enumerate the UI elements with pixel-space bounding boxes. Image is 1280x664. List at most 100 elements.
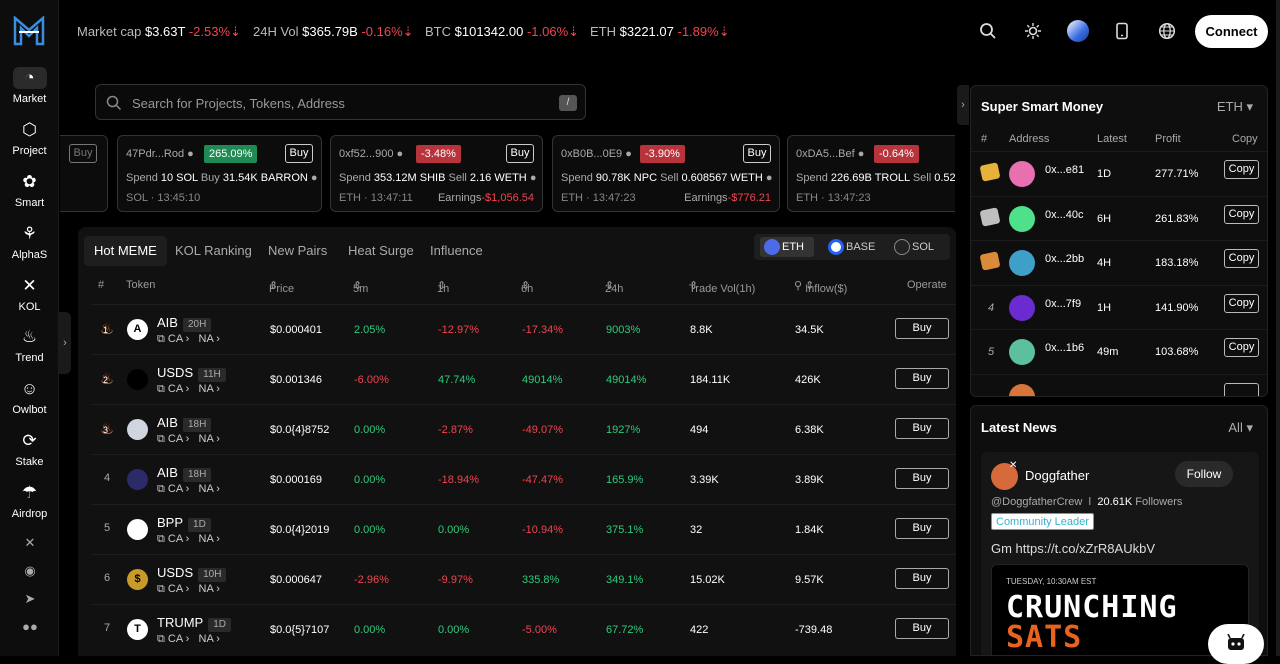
col-price[interactable]: Price ⇕ — [269, 279, 294, 295]
token-name-line[interactable]: AIB 18H — [157, 465, 212, 482]
copy-icon[interactable]: ⧉ — [157, 533, 165, 545]
discord-icon[interactable]: ◉ — [20, 563, 40, 579]
copy-icon[interactable]: ⧉ — [157, 583, 165, 595]
token-links[interactable]: ⧉ CA › NA › — [157, 483, 220, 496]
trade-card[interactable]: 0xDA5...Bef ● -0.64% Spend 226.69B TROLL S… — [787, 135, 955, 212]
chain-sol[interactable]: SOL — [890, 237, 940, 257]
token-name-line[interactable]: USDS 10H — [157, 565, 227, 582]
wallet-address[interactable]: 0x...7f9 — [1045, 298, 1081, 310]
token-links[interactable]: ⧉ CA › NA › — [157, 433, 220, 446]
smart-money-chain-select[interactable]: ETH ▾ — [1217, 99, 1253, 115]
copy-button-partial[interactable] — [1224, 382, 1259, 396]
search-input[interactable]: Search for Projects, Tokens, Address / — [95, 84, 586, 120]
col-1h[interactable]: 1h ⇕ — [437, 279, 449, 295]
trade-card-partial[interactable]: Buy — [60, 135, 108, 212]
follow-button[interactable]: Follow — [1175, 461, 1233, 487]
token-links[interactable]: ⧉ CA › NA › — [157, 383, 220, 396]
page-scrollbar[interactable] — [1276, 0, 1280, 656]
sidebar-item-owlbot[interactable]: ☺ Owlbot — [0, 378, 59, 424]
sidebar-item-stake[interactable]: ⟳ Stake — [0, 430, 59, 476]
connect-button[interactable]: Connect — [1195, 15, 1268, 48]
logo-icon[interactable] — [13, 16, 45, 46]
collapse-right-button[interactable]: › — [957, 85, 969, 125]
copy-button[interactable]: Copy — [1224, 293, 1259, 313]
post-text[interactable]: Gm https://t.co/xZrR8AUkbV — [991, 541, 1155, 556]
news-post[interactable]: ✕ Doggfather Follow @DoggfatherCrew ǀ 20… — [981, 452, 1259, 655]
col-6h[interactable]: 6h ⇕ — [521, 279, 533, 295]
copy-icon[interactable]: ⧉ — [157, 633, 165, 645]
buy-button[interactable]: Buy — [895, 368, 949, 389]
token-name-line[interactable]: AIB 18H — [157, 415, 212, 432]
chatbot-button[interactable] — [1208, 624, 1264, 664]
buy-button[interactable]: Buy — [895, 418, 949, 439]
table-row[interactable]: ♨ 1 A AIB 20H ⧉ CA › NA › $0.000401 2.05% -12.97… — [91, 304, 956, 354]
telegram-icon[interactable]: ➤ — [20, 591, 40, 607]
wallet-address[interactable]: 0x...2bb — [1045, 253, 1084, 265]
token-name-line[interactable]: AIB 20H — [157, 315, 212, 332]
copy-button[interactable]: Copy — [1224, 249, 1259, 268]
avatar-icon[interactable] — [1067, 20, 1089, 42]
smart-money-row[interactable]: 4 0x...7f9 1H 141.90% Copy — [971, 284, 1267, 329]
col-5m[interactable]: 5m ⇕ — [353, 279, 368, 295]
search-icon[interactable] — [979, 22, 997, 40]
copy-button[interactable]: Copy — [1224, 338, 1259, 357]
sidebar-item-alphas[interactable]: ⚘ AlphaS — [0, 223, 59, 269]
trade-card[interactable]: 0xB0B...0E9 ● -3.90% Buy Spend 90.78K NPC S… — [552, 135, 780, 212]
token-links[interactable]: ⧉ CA › NA › — [157, 583, 220, 596]
sidebar-item-market[interactable]: ◔ Market — [0, 67, 59, 113]
buy-button[interactable]: Buy — [895, 318, 949, 339]
smart-money-row[interactable]: 0x...e81 1D 277.71% Copy — [971, 151, 1267, 195]
table-row[interactable]: ♨ 2 USDS 11H ⧉ CA › NA › $0.001346 -6.00% 47.74… — [91, 354, 956, 404]
col-24h[interactable]: 24h ⇕ — [605, 279, 623, 295]
tab-heat-surge[interactable]: Heat Surge — [338, 236, 424, 266]
token-links[interactable]: ⧉ CA › NA › — [157, 333, 220, 346]
copy-icon[interactable]: ⧉ — [157, 433, 165, 445]
trade-card[interactable]: 0xf52...900 ● -3.48% Buy Spend 353.12M SHIB… — [330, 135, 543, 212]
tab-kol-ranking[interactable]: KOL Ranking — [165, 236, 262, 266]
table-row[interactable]: 6 $ USDS 10H ⧉ CA › NA › $0.000647 -2.96% -9.97… — [91, 554, 956, 604]
smart-money-row[interactable]: 0x...2bb 4H 183.18% Copy — [971, 240, 1267, 284]
chain-base[interactable]: BASE — [824, 237, 880, 257]
copy-icon[interactable]: ● — [397, 148, 404, 160]
smart-money-row[interactable]: 0x...40c 6H 261.83% Copy — [971, 195, 1267, 240]
tab-influence[interactable]: Influence — [420, 236, 493, 266]
buy-button[interactable]: Buy — [285, 144, 313, 163]
buy-button[interactable]: Buy — [895, 568, 949, 589]
buy-button[interactable]: Buy — [895, 518, 949, 539]
card-address[interactable]: 47Pdr...Rod ● — [126, 148, 194, 160]
sidebar-item-airdrop[interactable]: ☂ Airdrop — [0, 482, 59, 522]
token-links[interactable]: ⧉ CA › NA › — [157, 533, 220, 546]
card-address[interactable]: 0xf52...900 ● — [339, 148, 403, 160]
copy-button[interactable]: Copy — [1224, 160, 1259, 179]
table-row[interactable]: ♨ 3 AIB 18H ⧉ CA › NA › $0.0{4}8752 0.00% -2.87… — [91, 404, 956, 454]
copy-icon[interactable]: ⧉ — [157, 483, 165, 495]
wallet-address[interactable]: 0x...e81 — [1045, 164, 1084, 176]
buy-button[interactable]: Buy — [895, 468, 949, 489]
sun-icon[interactable] — [1024, 22, 1042, 40]
table-row[interactable]: 5 BPP 1D ⧉ CA › NA › $0.0{4}2019 0.00% 0.00% -1… — [91, 504, 956, 554]
tab-hot-meme[interactable]: Hot MEME — [84, 236, 167, 266]
sidebar-item-kol[interactable]: ✕ KOL — [0, 275, 59, 321]
sidebar-expand-button[interactable]: › — [59, 312, 71, 374]
sidebar-item-trend[interactable]: ♨ Trend — [0, 326, 59, 372]
col-trade-vol[interactable]: Trade Vol(1h) ⇕ — [689, 279, 755, 295]
wallet-address[interactable]: 0x...1b6 — [1045, 342, 1084, 354]
copy-button[interactable]: Copy — [1224, 204, 1259, 224]
trade-card[interactable]: 47Pdr...Rod ● 265.09% Buy Spend 10 SOL Buy … — [117, 135, 322, 212]
buy-button[interactable]: Buy — [895, 618, 949, 639]
token-name-line[interactable]: USDS 11H — [157, 365, 226, 382]
token-name-line[interactable]: TRUMP 1D — [157, 615, 232, 632]
buy-button[interactable]: Buy — [69, 144, 97, 163]
card-address[interactable]: 0xDA5...Bef ● — [796, 148, 864, 160]
copy-icon[interactable]: ⧉ — [157, 383, 165, 395]
globe-icon[interactable] — [1158, 22, 1176, 40]
smart-money-row[interactable]: 5 0x...1b6 49m 103.68% Copy — [971, 329, 1267, 373]
phone-icon[interactable] — [1113, 22, 1131, 40]
wallet-address[interactable]: 0x...40c — [1045, 209, 1084, 221]
tab-new-pairs[interactable]: New Pairs — [258, 236, 337, 266]
buy-button[interactable]: Buy — [743, 144, 771, 163]
copy-icon[interactable]: ● — [187, 148, 194, 160]
copy-icon[interactable]: ⧉ — [157, 333, 165, 345]
sidebar-item-smart[interactable]: ✿ Smart — [0, 171, 59, 217]
token-links[interactable]: ⧉ CA › NA › — [157, 633, 220, 646]
